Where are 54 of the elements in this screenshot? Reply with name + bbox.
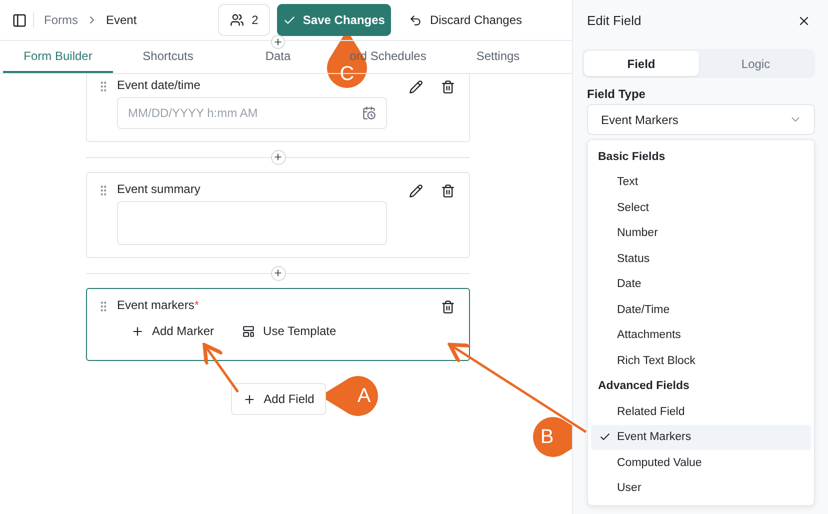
tab[interactable]: Shortcuts [113,41,223,73]
trash-icon[interactable] [441,300,455,314]
template-icon [242,324,256,338]
arrow [202,343,240,393]
pencil-icon[interactable] [409,184,423,198]
breadcrumb: Event [106,13,137,27]
tab[interactable]: Field [584,51,698,76]
group-title: Basic Fields [597,150,666,165]
use-template-button[interactable]: Use Template [242,324,336,338]
field-type-label: Field Type [587,87,646,101]
menu-option[interactable]: Status [591,246,811,272]
menu-option[interactable]: Related Field [591,399,811,424]
plus-icon [273,268,283,278]
menu-option[interactable]: Number [591,220,811,246]
menu-option[interactable]: Attachments [591,322,811,348]
menu-option[interactable]: Computed Value [591,450,811,476]
add-between-button[interactable] [270,266,286,280]
tab[interactable]: Form Builder [3,41,113,73]
check-icon [282,14,296,26]
undo-icon [408,14,422,26]
sidebar-toggle-icon[interactable] [12,12,27,28]
field-label: Event markers* [117,298,200,312]
breadcrumb[interactable]: Forms [44,13,78,27]
menu-option[interactable]: User [591,476,811,501]
plus-icon [273,152,283,162]
trash-icon[interactable] [441,184,455,198]
calendar-icon [362,106,376,120]
plus-icon[interactable] [271,35,285,49]
pencil-icon[interactable] [409,80,423,94]
add-between-button[interactable] [270,150,286,164]
tab[interactable]: Data [223,41,333,73]
plus-icon [131,324,144,338]
menu-option[interactable]: Select [591,195,811,220]
menu-option[interactable]: Event Markers [591,424,811,450]
field-label: Event date/time [117,78,200,92]
add-marker-button[interactable]: Add Marker [131,324,214,338]
add-field-button[interactable]: Add Field [231,383,326,415]
field-label: Event summary [117,182,200,196]
menu-option[interactable]: Date [591,272,811,297]
tab[interactable]: Settings [443,41,553,73]
menu-option[interactable]: Text [591,170,811,195]
panel-title: Edit Field [587,13,642,28]
menu-option[interactable]: Rich Text Block [591,348,811,374]
input-field[interactable] [117,201,387,245]
field-type-select[interactable]: Event Markers [587,104,815,135]
menu-option[interactable]: Date/Time [591,297,811,322]
group-title: Advanced Fields [597,379,690,394]
users-icon [230,13,244,27]
tab[interactable]: Logic [698,51,813,76]
plus-icon [242,392,256,406]
collaborators-button[interactable]: 2 [218,4,270,36]
trash-icon[interactable] [441,80,455,94]
discard-button[interactable]: Discard Changes [402,4,528,36]
save-button[interactable]: Save Changes [276,4,391,36]
